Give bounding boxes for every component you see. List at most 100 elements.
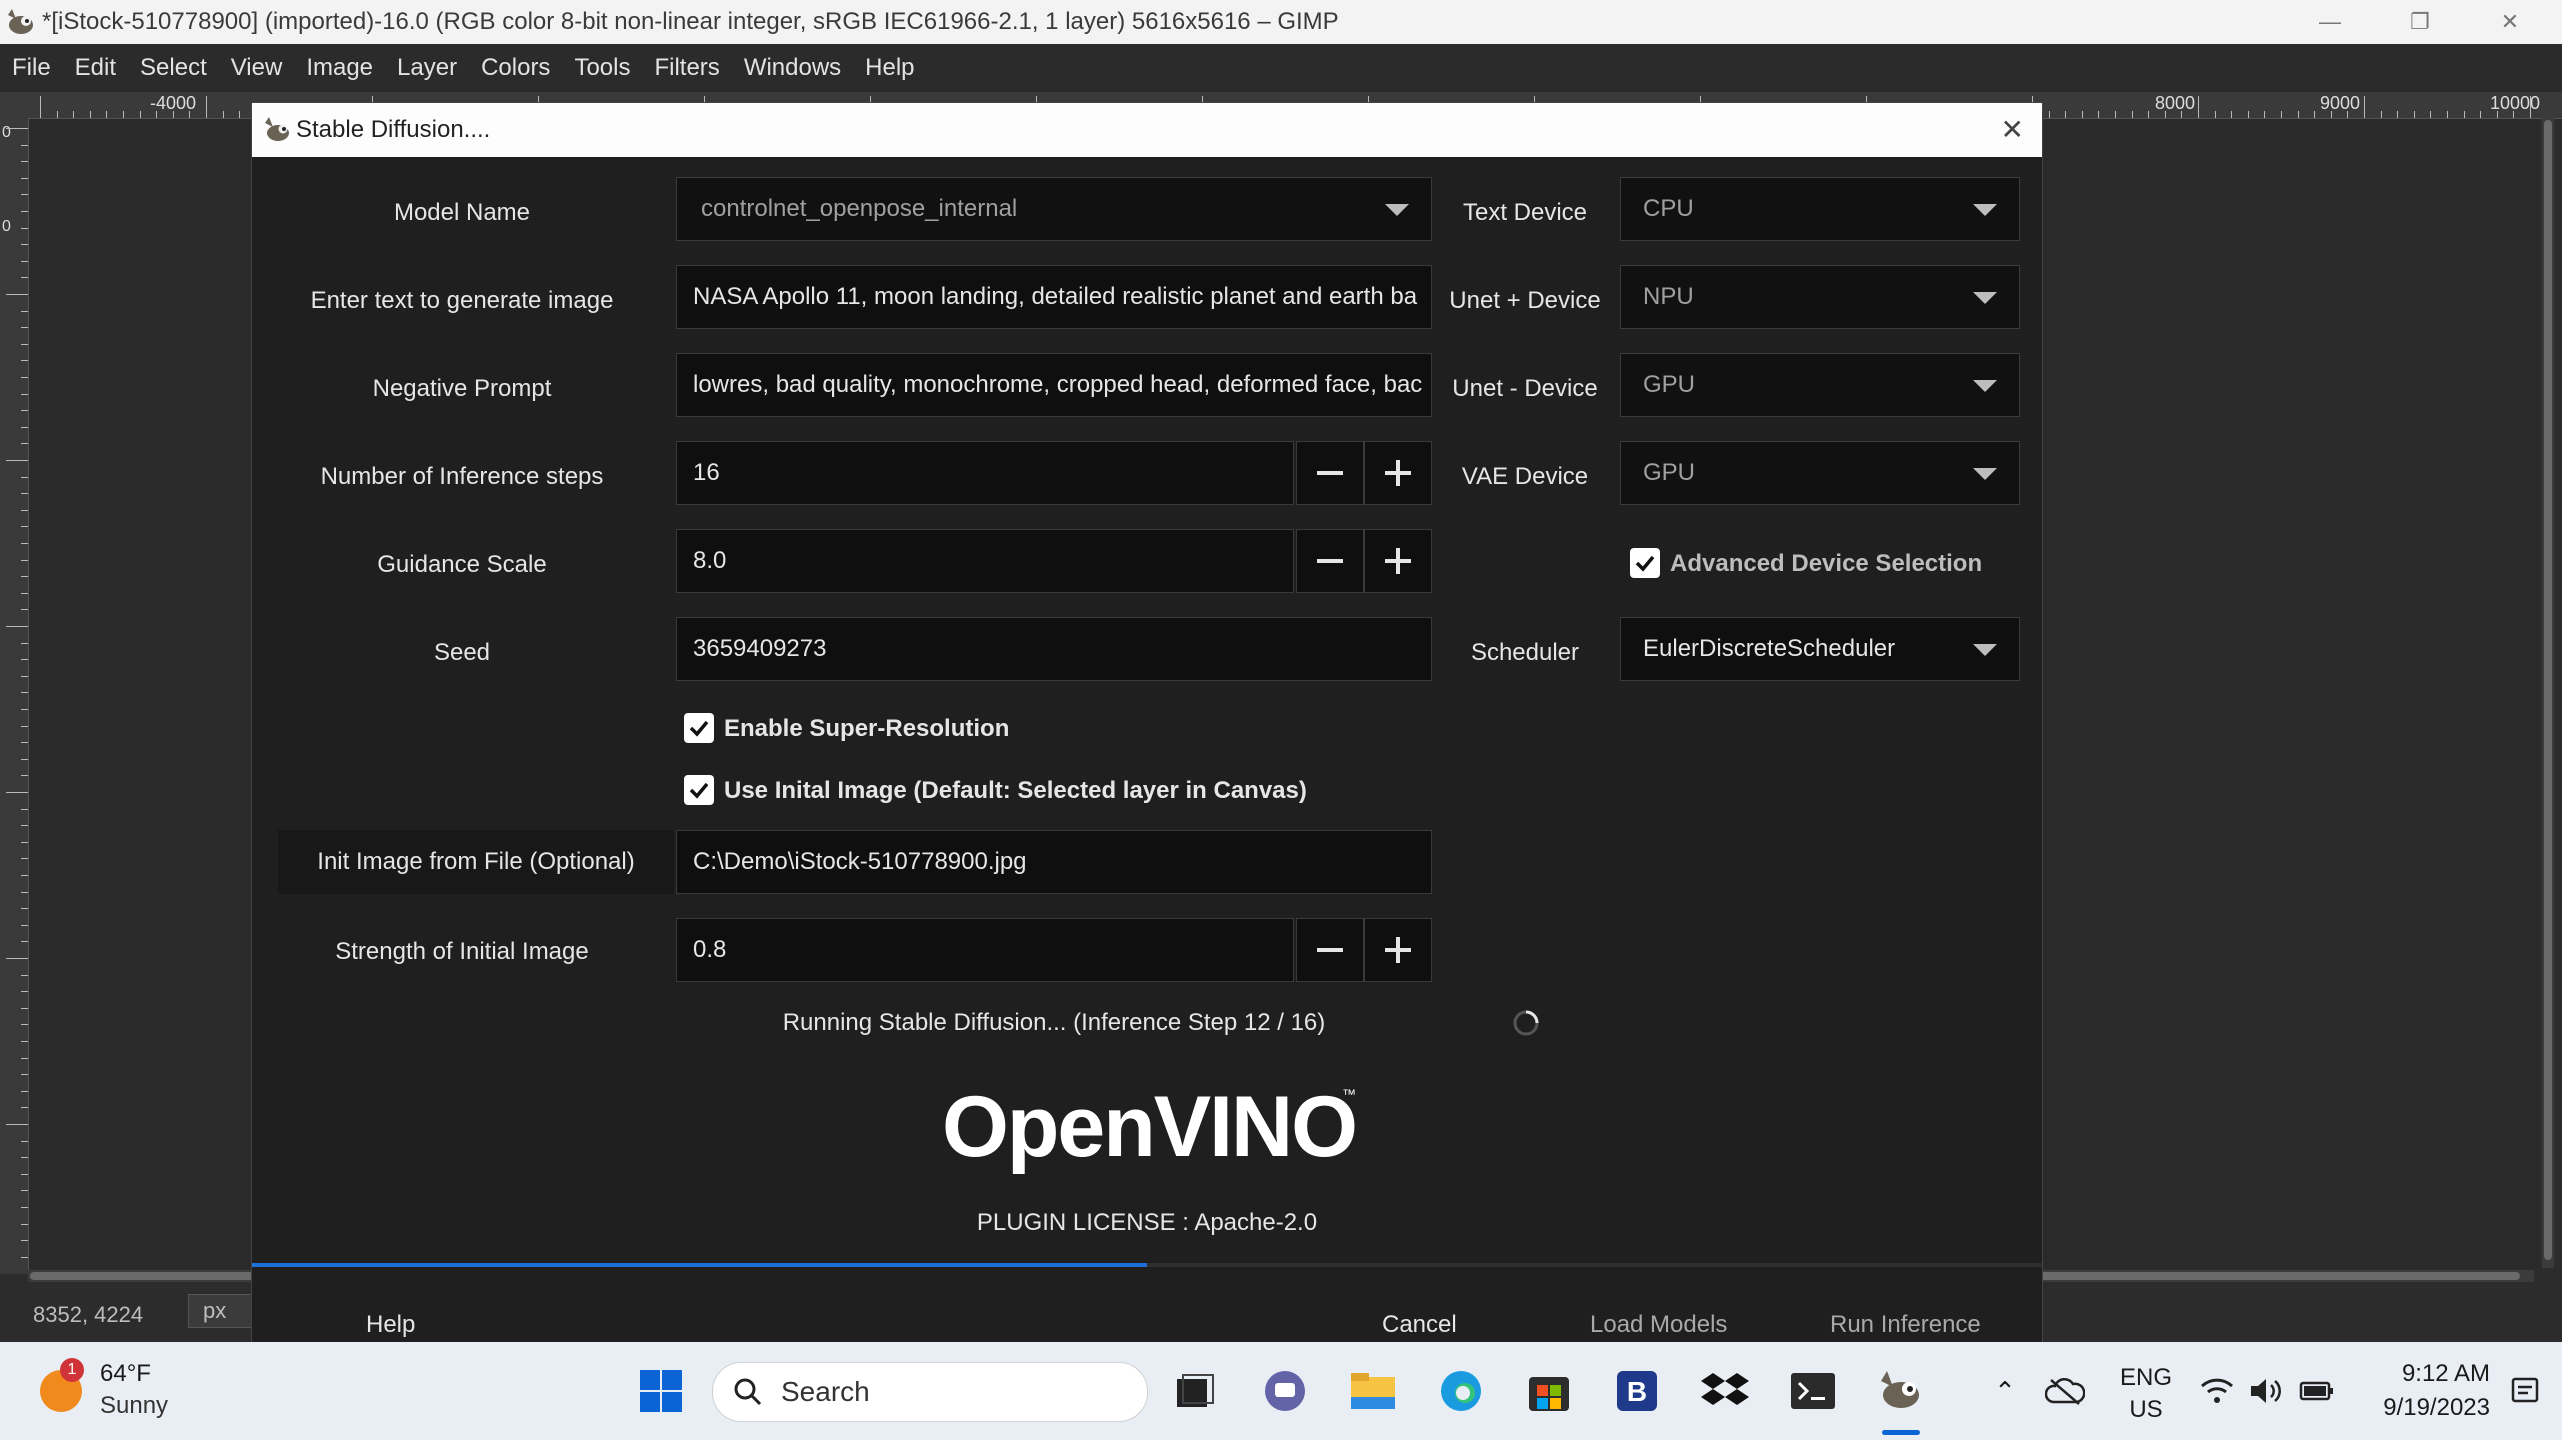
advanced-device-selection-checkbox[interactable] xyxy=(1630,548,1660,578)
unet-plus-device-dropdown[interactable]: NPU xyxy=(1620,265,2020,329)
strength-increment-button[interactable] xyxy=(1364,918,1432,982)
progress-fill xyxy=(252,1263,1147,1267)
taskbar-search[interactable]: Search xyxy=(712,1362,1148,1422)
windows-start-icon[interactable] xyxy=(636,1366,686,1416)
vertical-scrollbar[interactable] xyxy=(2542,118,2554,1268)
load-models-button[interactable]: Load Models xyxy=(1590,1311,1727,1339)
inference-steps-decrement-button[interactable] xyxy=(1296,441,1364,505)
strength-decrement-button[interactable] xyxy=(1296,918,1364,982)
menu-colors[interactable]: Colors xyxy=(469,54,562,82)
init-image-file-input[interactable]: C:\Demo\iStock-510778900.jpg xyxy=(676,830,1432,894)
window-titlebar: *[iStock-510778900] (imported)-16.0 (RGB… xyxy=(0,0,2562,44)
teams-chat-icon[interactable] xyxy=(1260,1366,1310,1416)
ruler-tick xyxy=(21,808,28,810)
guidance-scale-input[interactable]: 8.0 xyxy=(676,529,1294,593)
gimp-taskbar-icon[interactable] xyxy=(1876,1366,1926,1416)
ruler-tick xyxy=(2181,111,2183,118)
unit-select[interactable]: px xyxy=(188,1294,256,1328)
search-icon xyxy=(734,1378,762,1406)
guidance-scale-increment-button[interactable] xyxy=(1364,529,1432,593)
ruler-tick xyxy=(21,227,28,229)
ruler-tick xyxy=(2480,111,2482,118)
scroll-thumb[interactable] xyxy=(2544,120,2552,1260)
menu-help[interactable]: Help xyxy=(853,54,926,82)
battery-icon[interactable] xyxy=(2292,1366,2342,1416)
seed-input[interactable]: 3659409273 xyxy=(676,617,1432,681)
ruler-tick xyxy=(21,692,28,694)
inference-steps-increment-button[interactable] xyxy=(1364,441,1432,505)
text-device-value: CPU xyxy=(1643,195,1694,222)
clock-date[interactable]: 9/19/2023 xyxy=(2340,1394,2490,1422)
model-name-dropdown[interactable]: controlnet_openpose_internal xyxy=(676,177,1432,241)
menu-tools[interactable]: Tools xyxy=(562,54,642,82)
clock-time[interactable]: 9:12 AM xyxy=(2340,1360,2490,1388)
menu-view[interactable]: View xyxy=(219,54,295,82)
ruler-tick xyxy=(21,543,28,544)
minimize-icon[interactable]: — xyxy=(2290,0,2370,44)
ruler-tick xyxy=(21,825,28,827)
inference-steps-input[interactable]: 16 xyxy=(676,441,1294,505)
cancel-button[interactable]: Cancel xyxy=(1382,1311,1457,1339)
microsoft-store-icon[interactable] xyxy=(1524,1366,1574,1416)
ruler-tick xyxy=(6,626,28,627)
menu-layer[interactable]: Layer xyxy=(385,54,469,82)
ruler-tick xyxy=(2364,96,2365,118)
region-indicator[interactable]: US xyxy=(2118,1396,2174,1424)
unet-minus-device-label: Unet - Device xyxy=(1452,375,1598,402)
ruler-tick xyxy=(21,310,28,312)
vae-device-dropdown[interactable]: GPU xyxy=(1620,441,2020,505)
ruler-tick xyxy=(21,1223,28,1225)
onedrive-icon[interactable] xyxy=(2040,1366,2090,1416)
weather-desc[interactable]: Sunny xyxy=(100,1392,168,1420)
menu-windows[interactable]: Windows xyxy=(732,54,853,82)
negative-prompt-input[interactable]: lowres, bad quality, monochrome, cropped… xyxy=(676,353,1432,417)
use-initial-image-checkbox[interactable] xyxy=(684,775,714,805)
menu-file[interactable]: File xyxy=(0,54,63,82)
menu-image[interactable]: Image xyxy=(294,54,385,82)
language-indicator[interactable]: ENG xyxy=(2118,1364,2174,1392)
ruler-tick xyxy=(21,841,28,843)
menu-edit[interactable]: Edit xyxy=(63,54,128,82)
ruler-tick xyxy=(21,858,28,860)
enable-super-resolution-checkbox[interactable] xyxy=(684,713,714,743)
ruler-tick xyxy=(21,775,28,777)
maximize-icon[interactable]: ❐ xyxy=(2380,0,2460,44)
task-view-icon[interactable] xyxy=(1170,1366,1220,1416)
close-icon[interactable]: ✕ xyxy=(2001,113,2024,146)
ruler-tick xyxy=(2530,96,2531,118)
ruler-tick xyxy=(2065,111,2067,118)
scheduler-label: Scheduler xyxy=(1470,639,1580,666)
status-text: Running Stable Diffusion... (Inference S… xyxy=(782,1009,1326,1036)
strength-input[interactable]: 0.8 xyxy=(676,918,1294,982)
notification-icon[interactable] xyxy=(2500,1366,2550,1416)
file-explorer-icon[interactable] xyxy=(1348,1366,1398,1416)
ruler-tick xyxy=(21,742,28,744)
ruler-tick xyxy=(21,592,28,594)
bing-b-icon[interactable]: B xyxy=(1612,1366,1662,1416)
chevron-down-icon xyxy=(1385,204,1409,216)
run-inference-button[interactable]: Run Inference xyxy=(1830,1311,1981,1339)
text-device-dropdown[interactable]: CPU xyxy=(1620,177,2020,241)
ruler-tick xyxy=(73,111,75,118)
wifi-icon[interactable] xyxy=(2192,1366,2242,1416)
gimp-icon xyxy=(8,9,33,34)
ruler-tick xyxy=(21,244,28,246)
vertical-ruler[interactable]: 0 0 xyxy=(0,118,29,1274)
edge-browser-icon[interactable] xyxy=(1436,1366,1486,1416)
scheduler-dropdown[interactable]: EulerDiscreteScheduler xyxy=(1620,617,2020,681)
menu-bar: File Edit Select View Image Layer Colors… xyxy=(0,44,2562,92)
prompt-input[interactable]: NASA Apollo 11, moon landing, detailed r… xyxy=(676,265,1432,329)
menu-filters[interactable]: Filters xyxy=(642,54,731,82)
guidance-scale-decrement-button[interactable] xyxy=(1296,529,1364,593)
volume-icon[interactable] xyxy=(2242,1366,2292,1416)
unet-minus-device-dropdown[interactable]: GPU xyxy=(1620,353,2020,417)
close-window-icon[interactable]: ✕ xyxy=(2470,0,2550,44)
dropbox-icon[interactable] xyxy=(1700,1366,1750,1416)
help-button[interactable]: Help xyxy=(366,1311,415,1339)
chevron-up-icon[interactable]: ⌃ xyxy=(1980,1366,2030,1416)
menu-select[interactable]: Select xyxy=(128,54,219,82)
terminal-icon[interactable] xyxy=(1788,1366,1838,1416)
model-name-value: controlnet_openpose_internal xyxy=(701,195,1018,222)
plus-icon xyxy=(1385,548,1411,574)
weather-temp[interactable]: 64°F xyxy=(100,1360,151,1388)
